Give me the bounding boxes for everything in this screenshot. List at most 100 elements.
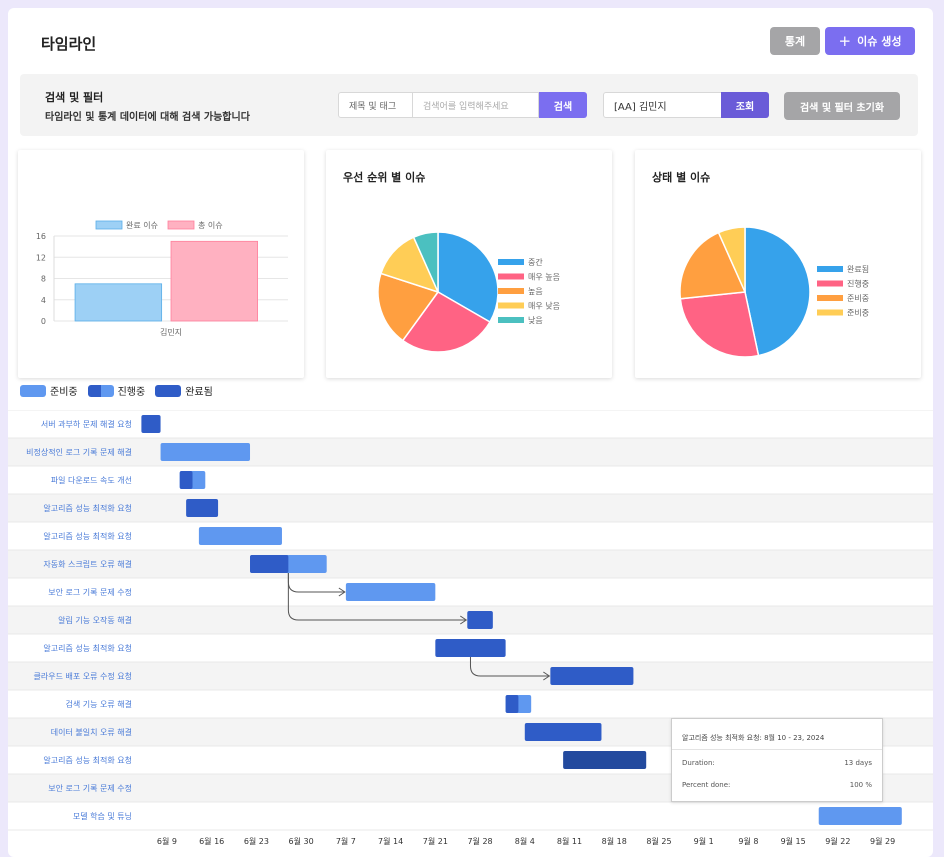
gantt-tick-label-6: 7월 21 [423,836,448,846]
search-filter-panel: 검색 및 필터 타임라인 및 통계 데이터에 대해 검색 가능합니다 제목 및 … [20,74,918,136]
gantt-bar-14 [818,807,902,825]
status-legend-swatch-1 [817,280,843,287]
priority-pie-chart-card: 우선 순위 별 이슈 중간 매우 높음 높음 매우 낮음 낮음 [326,150,612,378]
priority-legend-label-4: 낮음 [528,315,543,325]
gantt-tick-label-3: 6월 30 [289,836,314,846]
bar-1-0 [170,240,258,322]
progress-swatch [87,384,114,397]
gantt-task-label-0: 서버 과부하 문제 해결 요청 [41,419,132,429]
gantt-bar-progress-2 [179,471,193,489]
gantt-bar-progress-10 [505,695,519,713]
status-pie-chart: 완료됨진행중준비중준비중 [679,226,869,358]
gantt-bar-0 [141,415,161,433]
gantt-task-label-2: 파일 다운로드 속도 개선 [51,475,132,485]
todo-swatch [20,384,46,397]
done-swatch [155,384,182,397]
gantt-row-5 [8,550,933,578]
status-pie-chart-card: 상태 별 이슈 완료됨 진행중 준비중 준비중 [635,150,921,378]
legend-progress-label: 진행중 [117,387,146,398]
plus-icon: + [838,32,852,50]
gantt-tick-label-10: 8월 18 [602,836,627,846]
status-legend-swatch-3 [817,309,843,316]
timeline-page: 타임라인 통계 + 이슈 생성 검색 및 필터 타임라인 및 통계 데이터에 대… [8,8,933,857]
gantt-row-6 [8,578,933,606]
gantt-bar-9 [550,667,634,685]
status-legend-label-1: 진행중 [847,279,869,289]
gantt-task-label-11: 데이터 불일치 오류 해결 [51,727,132,737]
gantt-task-label-9: 클라우드 배포 오류 수정 요청 [34,671,133,681]
gantt-task-label-14: 모델 학습 및 튜닝 [73,811,132,821]
gantt-tick-label-4: 7월 7 [336,836,356,846]
gantt-bar-1 [160,443,251,461]
task-tooltip: 알고리즘 성능 최적화 요청: 8월 10 - 23, 2024 Duratio… [671,718,883,802]
priority-legend-swatch-2 [498,288,524,294]
status-legend-swatch-0 [817,266,843,272]
priority-legend-label-3: 매우 낮음 [528,301,560,311]
gantt-bar-4 [198,527,282,545]
legend-swatch-1 [167,220,195,230]
priority-legend-swatch-1 [498,273,524,280]
stats-button[interactable]: 통계 [770,27,820,55]
gantt-tick-label-2: 6월 23 [244,836,269,846]
reset-filter-button[interactable]: 검색 및 필터 초기화 [784,92,900,120]
tooltip-percent-value: 100 % [849,781,872,789]
gantt-task-label-6: 보안 로그 기록 문제 수정 [48,587,132,597]
query-button[interactable]: 조회 [721,92,769,118]
gantt-legend: 준비중 진행중 완료됨 [20,383,223,398]
gantt-tick-label-8: 8월 4 [515,836,535,846]
priority-legend-swatch-4 [498,317,524,323]
issue-bar-chart: 완료 이슈 총 이슈 0 4 8 12 16 김민지 [36,220,288,337]
gantt-bar-12 [563,751,647,769]
priority-legend-label-2: 높음 [528,287,543,296]
legend-todo: 준비중 [20,383,78,398]
gantt-tick-label-13: 9월 8 [738,836,758,846]
create-issue-label: 이슈 생성 [857,35,902,48]
tooltip-duration-label: Duration: [682,759,715,767]
priority-legend-label-0: 중간 [528,257,543,267]
create-issue-button[interactable]: + 이슈 생성 [825,27,915,55]
gantt-tick-label-0: 6월 9 [157,836,177,846]
y-tick-label-0: 0 [41,317,46,326]
gantt-task-label-4: 알고리즘 성능 최적화 요청 [43,531,132,541]
gantt-row-3 [8,494,933,522]
gantt-tick-label-5: 7월 14 [378,836,403,846]
search-button[interactable]: 검색 [539,92,587,118]
issue-bar-chart-card: 완료 이슈 총 이슈 0 4 8 12 16 김민지 [18,150,304,378]
status-legend-label-3: 준비중 [847,309,869,318]
search-panel-subtitle: 타임라인 및 통계 데이터에 대해 검색 가능합니다 [45,112,250,123]
tooltip-divider [672,749,882,750]
legend-done-label: 완료됨 [185,387,213,398]
gantt-tick-label-16: 9월 29 [870,836,895,846]
tooltip-title: 알고리즘 성능 최적화 요청: 8월 10 - 23, 2024 [682,734,825,742]
status-legend-swatch-2 [817,295,843,301]
priority-legend-swatch-0 [498,259,524,265]
gantt-task-label-13: 보안 로그 기록 문제 수정 [48,783,132,793]
legend-label-1: 총 이슈 [198,220,223,230]
bar-0-0 [74,283,163,322]
priority-pie-chart: 중간매우 높음높음매우 낮음낮음 [377,231,560,353]
gantt-tick-label-11: 8월 25 [646,836,671,846]
gantt-tick-label-14: 9월 15 [781,836,806,846]
legend-progress: 진행중 [87,383,146,398]
gantt-tick-label-15: 9월 22 [825,836,850,846]
status-legend-label-2: 준비중 [847,294,869,303]
priority-legend-label-1: 매우 높음 [528,273,560,282]
assignee-input[interactable]: [AA] 김민지 [603,92,722,118]
tooltip-duration-value: 13 days [844,759,872,767]
gantt-row-2 [8,466,933,494]
y-tick-label-3: 12 [36,253,46,262]
legend-todo-label: 준비중 [50,387,78,398]
legend-label-0: 완료 이슈 [126,220,158,230]
search-field-select[interactable]: 제목 및 태그 [338,92,413,118]
gantt-task-label-12: 알고리즘 성능 최적화 요청 [43,755,132,765]
page-title: 타임라인 [41,35,97,53]
gantt-bar-11 [524,723,602,741]
gantt-row-4 [8,522,933,550]
gantt-task-label-1: 비정상적인 로그 기록 문제 해결 [26,447,132,457]
gantt-row-14 [8,802,933,830]
gantt-task-label-10: 검색 기능 오류 해결 [65,699,132,709]
gantt-bar-progress-5 [250,555,289,573]
gantt-bar-6 [345,583,436,601]
keyword-input[interactable]: 검색어를 입력해주세요 [412,92,539,118]
gantt-bar-8 [435,639,506,657]
